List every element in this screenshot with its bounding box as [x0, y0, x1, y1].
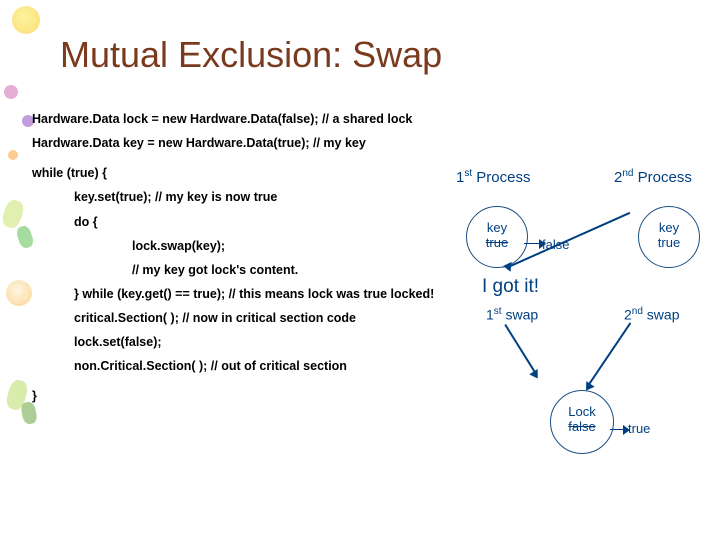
- decor-leaf: [0, 198, 26, 230]
- decor-flower: [6, 280, 32, 306]
- code-line: while (true) {: [32, 164, 442, 182]
- got-it-label: I got it!: [482, 276, 539, 298]
- code-line: lock.set(false);: [32, 333, 442, 351]
- code-line: }: [32, 387, 442, 405]
- code-line: lock.swap(key);: [32, 237, 442, 255]
- code-line: key.set(true); // my key is now true: [32, 188, 442, 206]
- code-line: Hardware.Data lock = new Hardware.Data(f…: [32, 110, 442, 128]
- key-circle-1: key true: [466, 206, 528, 268]
- process-1-label: 1st Process: [456, 168, 530, 186]
- key-circle-2: key true: [638, 206, 700, 268]
- key-value: true: [639, 235, 699, 250]
- slide-title: Mutual Exclusion: Swap: [60, 34, 442, 76]
- lock-value-struck: false: [551, 419, 613, 434]
- false-label: false: [542, 237, 569, 252]
- true-label: true: [628, 421, 650, 436]
- code-block: Hardware.Data lock = new Hardware.Data(f…: [32, 110, 442, 406]
- swap-2-label: 2nd swap: [624, 306, 680, 323]
- arrow-icon: [586, 322, 631, 388]
- lock-circle: Lock false: [550, 390, 614, 454]
- swap-diagram: 1st Process 2nd Process key true false k…: [448, 168, 708, 508]
- arrow-icon: [504, 324, 537, 376]
- code-line: // my key got lock's content.: [32, 261, 442, 279]
- code-line: Hardware.Data key = new Hardware.Data(tr…: [32, 134, 442, 152]
- decor-flower: [12, 6, 40, 34]
- decor-leaf: [4, 378, 29, 412]
- key-label: key: [467, 220, 527, 235]
- code-line: critical.Section( ); // now in critical …: [32, 309, 442, 327]
- lock-label: Lock: [551, 404, 613, 419]
- key-label: key: [639, 220, 699, 235]
- process-2-label: 2nd Process: [614, 168, 692, 186]
- key-value-struck: true: [467, 235, 527, 250]
- decor-dot: [4, 85, 18, 99]
- decor-dot: [8, 150, 18, 160]
- code-line: do {: [32, 213, 442, 231]
- code-line: non.Critical.Section( ); // out of criti…: [32, 357, 442, 375]
- code-line: } while (key.get() == true); // this mea…: [32, 285, 442, 303]
- swap-1-label: 1st swap: [486, 306, 538, 323]
